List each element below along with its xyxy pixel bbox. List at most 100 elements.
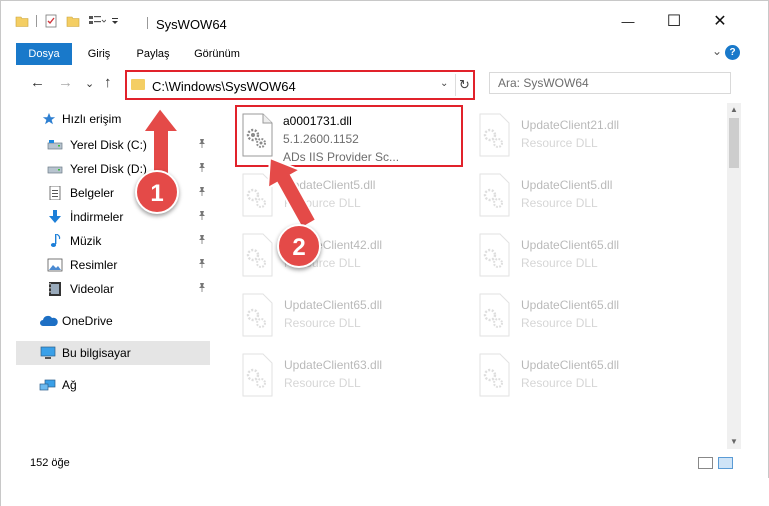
sidebar-item-label: Hızlı erişim (62, 112, 122, 126)
customize-dropdown-icon[interactable] (110, 14, 120, 28)
file-item-selected[interactable]: a0001731.dll 5.1.2600.1152 ADs IIS Provi… (235, 105, 463, 167)
properties-icon[interactable] (44, 14, 58, 28)
tab-view[interactable]: Görünüm (187, 43, 247, 65)
file-item[interactable]: UpdateClient65.dll Resource DLL (475, 291, 701, 349)
sidebar-item-onedrive[interactable]: OneDrive (1, 309, 213, 333)
address-dropdown-icon[interactable]: ⌄ (440, 78, 448, 89)
search-placeholder: Ara: SysWOW64 (498, 76, 589, 90)
pin-icon (197, 234, 207, 247)
minimize-button[interactable]: — (608, 9, 648, 33)
videos-icon (49, 282, 61, 296)
folder-icon (131, 79, 145, 90)
maximize-icon: ☐ (666, 13, 682, 30)
file-name: UpdateClient65.dll (521, 298, 620, 312)
file-item[interactable]: UpdateClient63.dll Resource DLL (238, 351, 464, 409)
music-icon (50, 234, 61, 247)
explorer-window: SysWOW64 — ☐ ✕ Dosya Giriş Paylaş Görünü… (0, 0, 769, 506)
file-list: a0001731.dll 5.1.2600.1152 ADs IIS Provi… (216, 103, 727, 449)
sidebar-item-label: Bu bilgisayar (62, 346, 131, 360)
maximize-button[interactable]: ☐ (654, 9, 694, 33)
sidebar-item-label: Videolar (70, 282, 114, 296)
sidebar-item-label: Yerel Disk (C:) (70, 138, 147, 152)
sidebar-item-label: Belgeler (70, 186, 115, 200)
file-name: UpdateClient5.dll (284, 178, 376, 192)
up-button[interactable]: ↑ (104, 74, 112, 91)
address-path[interactable]: C:\Windows\SysWOW64 (152, 79, 296, 94)
title-bar: SysWOW64 — ☐ ✕ (1, 1, 768, 41)
tab-file[interactable]: Dosya (16, 43, 72, 65)
sidebar-item-music[interactable]: Müzik (1, 229, 213, 253)
recent-locations-button[interactable]: ⌄ (85, 77, 94, 90)
file-description: Resource DLL (521, 136, 598, 150)
sidebar-item-videos[interactable]: Videolar (1, 277, 213, 301)
dll-file-icon (242, 233, 273, 277)
folder-icon[interactable] (15, 14, 29, 28)
new-folder-icon[interactable] (66, 14, 80, 28)
sidebar-item-this-pc[interactable]: Bu bilgisayar (16, 341, 210, 365)
file-description: Resource DLL (521, 376, 598, 390)
file-description: Resource DLL (284, 196, 361, 210)
sidebar-item-disk-d[interactable]: Yerel Disk (D:) (1, 157, 213, 181)
sidebar-item-label: OneDrive (62, 314, 113, 328)
help-icon[interactable]: ? (725, 45, 740, 60)
dll-file-icon (242, 293, 273, 337)
sidebar-item-label: Ağ (62, 378, 77, 392)
sidebar-item-disk-c[interactable]: Yerel Disk (C:) (1, 133, 213, 157)
file-version: 5.1.2600.1152 (283, 132, 359, 146)
large-icons-view-icon[interactable] (718, 457, 733, 469)
file-item[interactable]: UpdateClient21.dll Resource DLL (475, 111, 701, 169)
view-options-icon[interactable] (88, 14, 106, 28)
star-icon (42, 112, 56, 125)
vertical-scrollbar[interactable]: ▲ ▼ (727, 103, 741, 449)
dll-file-icon (242, 353, 273, 397)
address-bar[interactable]: C:\Windows\SysWOW64 ⌄ ↻ (125, 70, 475, 100)
step-1-badge: 1 (135, 170, 179, 214)
forward-button[interactable]: → (58, 74, 73, 91)
scroll-up-icon[interactable]: ▲ (730, 105, 738, 114)
file-description: Resource DLL (521, 256, 598, 270)
pin-icon (197, 210, 207, 223)
back-button[interactable]: ← (30, 74, 45, 91)
network-icon (39, 379, 56, 391)
pin-icon (197, 138, 207, 151)
window-title: SysWOW64 (156, 17, 227, 32)
file-item[interactable]: UpdateClient65.dll Resource DLL (475, 351, 701, 409)
file-item[interactable]: UpdateClient5.dll Resource DLL (475, 171, 701, 229)
file-name: UpdateClient21.dll (521, 118, 620, 132)
file-item[interactable]: UpdateClient65.dll Resource DLL (475, 231, 701, 289)
search-input[interactable]: Ara: SysWOW64 (489, 72, 731, 94)
sidebar-item-label: Müzik (70, 234, 102, 248)
file-description: Resource DLL (284, 316, 361, 330)
tab-home[interactable]: Giriş (79, 43, 119, 65)
file-item[interactable]: UpdateClient65.dll Resource DLL (238, 291, 464, 349)
navigation-bar: ← → ⌄ ↑ C:\Windows\SysWOW64 ⌄ ↻ Ara: Sys… (1, 65, 768, 103)
toolbar-divider (36, 15, 37, 27)
sidebar-item-documents[interactable]: Belgeler (1, 181, 213, 205)
pin-icon (197, 186, 207, 199)
dll-file-icon (242, 173, 273, 217)
title-divider (147, 17, 148, 29)
file-name: UpdateClient5.dll (521, 178, 613, 192)
scroll-down-icon[interactable]: ▼ (730, 437, 738, 446)
dll-file-icon (479, 293, 510, 337)
refresh-button[interactable]: ↻ (455, 74, 473, 96)
file-description: Resource DLL (284, 376, 361, 390)
item-count: 152 öğe (30, 457, 70, 469)
sidebar-item-label: Resimler (70, 258, 118, 272)
file-item[interactable]: UpdateClient42.dll Resource DLL (238, 231, 464, 289)
file-item[interactable]: UpdateClient5.dll Resource DLL (238, 171, 464, 229)
sidebar-item-label: Yerel Disk (D:) (70, 162, 147, 176)
close-button[interactable]: ✕ (700, 9, 740, 33)
sidebar-item-downloads[interactable]: İndirmeler (1, 205, 213, 229)
scrollbar-thumb[interactable] (729, 118, 739, 168)
tab-share[interactable]: Paylaş (130, 43, 176, 65)
ribbon-expand-icon[interactable]: ⌄ (712, 44, 722, 58)
sidebar-item-network[interactable]: Ağ (1, 373, 213, 397)
sidebar-item-quick-access[interactable]: Hızlı erişim (1, 107, 213, 131)
details-view-icon[interactable] (698, 457, 713, 469)
pin-icon (197, 258, 207, 271)
sidebar-item-pictures[interactable]: Resimler (1, 253, 213, 277)
pin-icon (197, 162, 207, 175)
close-icon: ✕ (713, 13, 727, 30)
file-description: Resource DLL (521, 196, 598, 210)
